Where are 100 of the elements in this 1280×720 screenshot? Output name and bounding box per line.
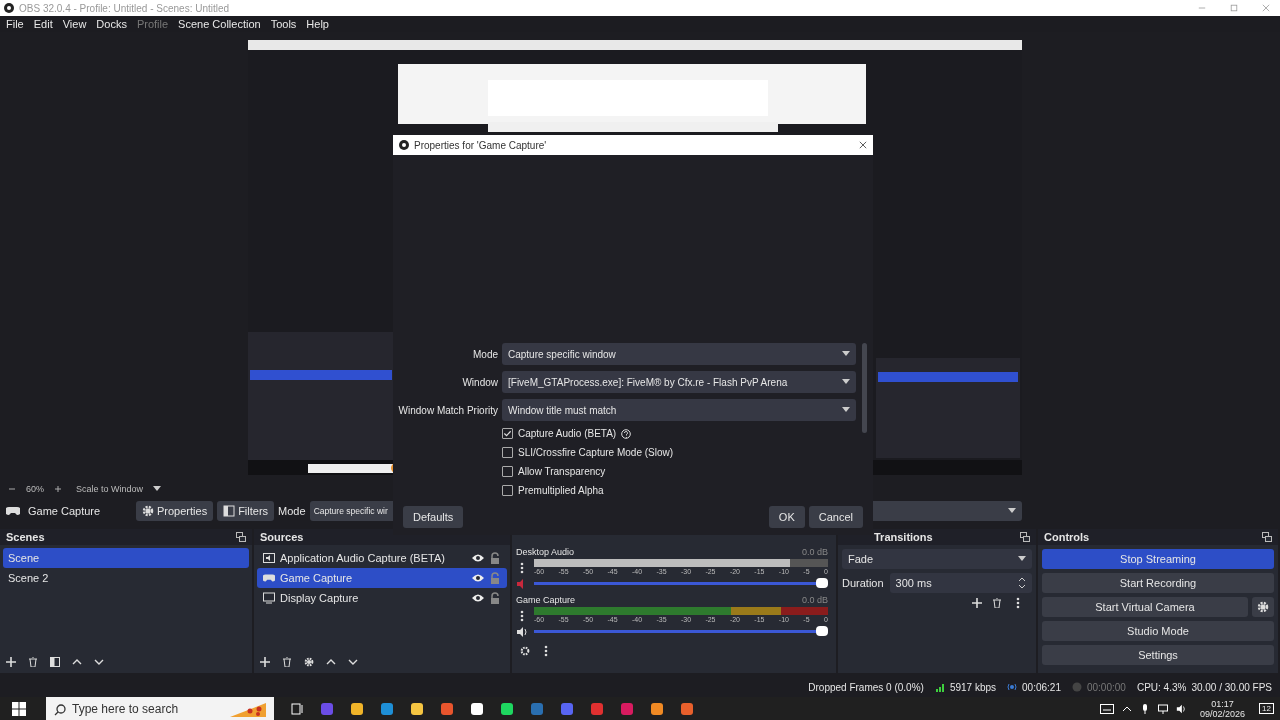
trash-icon[interactable] (28, 657, 38, 667)
scale-dropdown[interactable]: Scale to Window (76, 484, 144, 494)
transition-dropdown[interactable]: Fade (842, 549, 1032, 569)
help-icon[interactable] (621, 428, 632, 439)
scrollbar[interactable] (862, 343, 867, 433)
speaker-icon[interactable] (516, 625, 528, 638)
lock-icon[interactable] (489, 592, 501, 604)
task-view-icon[interactable] (290, 701, 304, 716)
panel-title: Controls (1044, 531, 1090, 543)
checkbox-label: SLI/Crossfire Capture Mode (Slow) (518, 447, 674, 458)
control-button[interactable]: Settings (1042, 645, 1274, 665)
eye-icon[interactable] (472, 592, 484, 604)
zoom-out-icon[interactable] (8, 485, 16, 493)
menu-item[interactable]: Scene Collection (178, 18, 261, 30)
volume-icon[interactable] (1176, 703, 1187, 714)
lock-icon[interactable] (489, 552, 501, 564)
field-label: Window (461, 376, 498, 388)
caret-icon (1018, 556, 1026, 562)
clock-date[interactable]: 09/02/2026 (1200, 708, 1246, 719)
close-icon[interactable] (859, 141, 867, 149)
bitrate: 5917 kbps (949, 681, 997, 693)
gear-icon[interactable] (520, 646, 530, 656)
undock-icon[interactable] (236, 532, 246, 542)
undock-icon[interactable] (1020, 532, 1030, 542)
menu-item[interactable]: View (62, 18, 87, 30)
scene-item[interactable]: Scene (3, 548, 249, 568)
gear-icon (1257, 601, 1269, 613)
checkbox[interactable] (502, 447, 513, 458)
cpu-usage: CPU: 4.3% (1136, 681, 1187, 693)
more-icon[interactable] (520, 609, 524, 622)
menu-item[interactable]: File (6, 18, 24, 30)
network-icon[interactable] (1158, 703, 1169, 714)
filter-icon[interactable] (50, 657, 60, 667)
more-icon[interactable] (544, 645, 548, 657)
ok-button[interactable]: OK (768, 506, 805, 528)
filter-icon (223, 505, 236, 517)
filters-button[interactable]: Filters (217, 501, 275, 521)
caret-icon[interactable] (153, 486, 162, 492)
app-icon[interactable] (500, 701, 514, 716)
notification-badge[interactable]: 12 (1259, 703, 1274, 714)
dropdown[interactable]: Window title must match (502, 399, 856, 421)
duration-field[interactable]: 300 ms (889, 573, 1032, 593)
add-icon[interactable] (6, 657, 16, 667)
dropdown[interactable]: [FiveM_GTAProcess.exe]: FiveM® by Cfx.re - Flash PvP Arena (502, 371, 856, 393)
monitor-icon (263, 592, 275, 604)
app-icon[interactable] (650, 701, 664, 716)
more-icon[interactable] (1016, 597, 1020, 609)
control-button[interactable]: Start Virtual Camera (1042, 597, 1248, 617)
pizza-icon (228, 701, 268, 719)
dropdown[interactable]: Capture specific window (502, 343, 856, 365)
source-item[interactable]: Game Capture (257, 568, 507, 588)
trash-icon[interactable] (282, 657, 292, 667)
menu-item[interactable]: Tools (270, 18, 297, 30)
gamepad-icon (263, 572, 275, 584)
channel-name: Desktop Audio (516, 547, 575, 559)
up-icon[interactable] (326, 657, 336, 667)
cancel-button[interactable]: Cancel (808, 506, 863, 528)
source-item[interactable]: Display Capture (257, 588, 507, 608)
undock-icon[interactable] (1262, 532, 1272, 542)
gear-icon[interactable] (304, 657, 314, 667)
zoom-in-icon[interactable] (54, 485, 62, 493)
defaults-button[interactable]: Defaults (403, 506, 464, 528)
field-label: Mode (472, 348, 498, 360)
clock-time[interactable]: 01:17 (1211, 698, 1234, 709)
eye-icon[interactable] (472, 552, 484, 564)
properties-button[interactable]: Properties (136, 501, 214, 521)
control-button[interactable]: Studio Mode (1042, 621, 1274, 641)
up-icon[interactable] (72, 657, 82, 667)
control-button[interactable]: Stop Streaming (1042, 549, 1274, 569)
checkbox[interactable] (502, 485, 513, 496)
slider-thumb[interactable] (816, 626, 828, 636)
trash-icon[interactable] (992, 598, 1002, 608)
menu-item[interactable]: Docks (96, 18, 127, 30)
more-icon[interactable] (520, 561, 524, 574)
down-icon[interactable] (94, 657, 104, 667)
add-icon[interactable] (260, 657, 270, 667)
slider-thumb[interactable] (816, 578, 828, 588)
source-item[interactable]: Application Audio Capture (BETA) (257, 548, 507, 568)
caret-icon (1007, 508, 1016, 514)
menu-item[interactable]: Help (306, 18, 329, 30)
eye-icon[interactable] (472, 572, 484, 584)
keyboard-icon[interactable] (1100, 703, 1115, 714)
caret-icon (842, 351, 850, 357)
add-icon[interactable] (972, 598, 982, 608)
settings-button[interactable] (1252, 597, 1274, 617)
scene-item[interactable]: Scene 2 (3, 568, 249, 588)
spinner-icon[interactable] (1018, 576, 1026, 590)
checkbox-label: Allow Transparency (518, 466, 606, 477)
zoom-level: 60% (26, 484, 44, 494)
signal-icon (934, 682, 945, 692)
checkbox[interactable] (502, 466, 513, 477)
checkbox[interactable] (502, 428, 513, 439)
caret-icon (842, 407, 850, 413)
menu-item[interactable]: Edit (33, 18, 53, 30)
down-icon[interactable] (348, 657, 358, 667)
panel-title: Scenes (6, 531, 45, 543)
app-icon[interactable] (470, 701, 484, 716)
control-button[interactable]: Start Recording (1042, 573, 1274, 593)
search-field[interactable]: Type here to search (46, 697, 274, 720)
start-icon[interactable] (12, 701, 26, 716)
